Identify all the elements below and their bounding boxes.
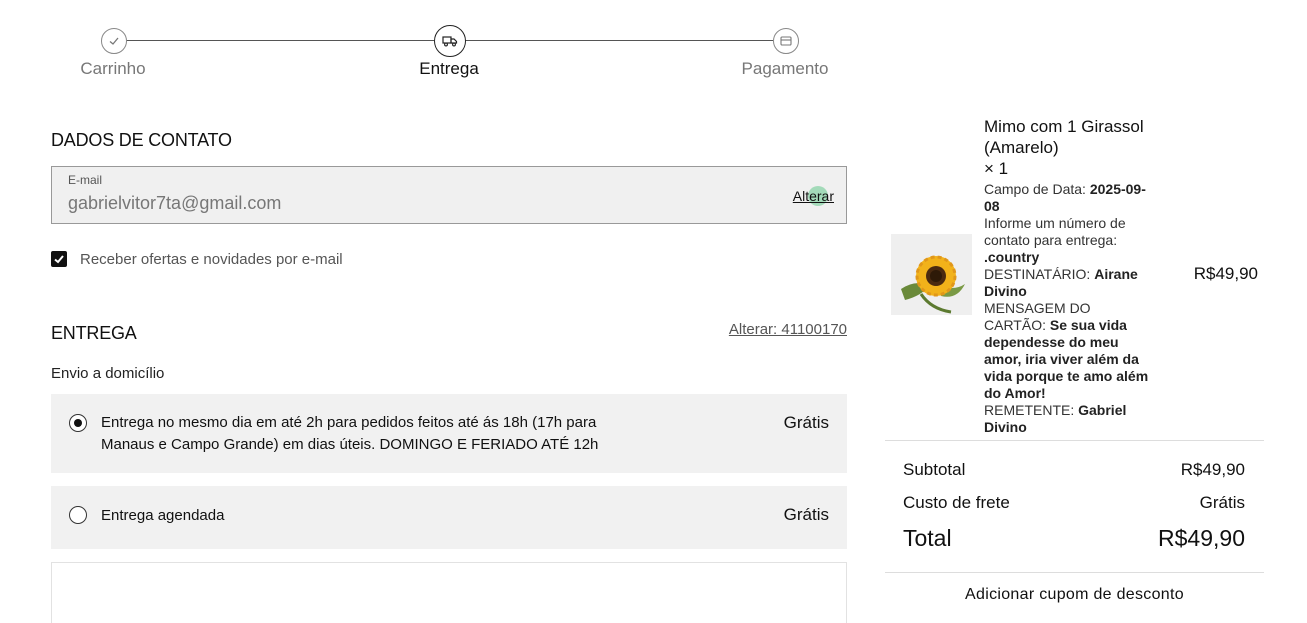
checkmark-icon — [54, 255, 64, 264]
radio-scheduled[interactable] — [69, 506, 87, 524]
product-image — [891, 234, 972, 315]
email-field[interactable]: E-mail gabrielvitor7ta@gmail.com Alterar — [51, 166, 847, 224]
product-detail-sender: REMETENTE: Gabriel Divino — [984, 402, 1127, 435]
product-detail-date: Campo de Data: 2025-09-08 — [984, 181, 1146, 214]
total-row: Total R$49,90 — [903, 525, 1245, 552]
step-label-delivery: Entrega — [419, 59, 479, 78]
shipping-option-price: Grátis — [783, 505, 829, 524]
step-cart-check-icon[interactable] — [101, 28, 127, 54]
shipping-option-price: Grátis — [783, 413, 829, 432]
checkout-stepper: Carrinho Entrega Pagamento — [0, 0, 880, 95]
newsletter-checkbox[interactable] — [51, 251, 67, 267]
step-label-cart[interactable]: Carrinho — [80, 59, 145, 79]
step-connector — [465, 40, 773, 41]
add-coupon-link[interactable]: Adicionar cupom de desconto — [885, 586, 1264, 604]
newsletter-label[interactable]: Receber ofertas e novidades por e-mail — [80, 251, 343, 268]
shipping-option-same-day[interactable]: Entrega no mesmo dia em até 2h para pedi… — [51, 394, 847, 473]
step-label-payment: Pagamento — [741, 59, 829, 78]
total-label: Total — [903, 525, 952, 551]
product-detail-recipient: DESTINATÁRIO: Airane Divino — [984, 266, 1138, 299]
step-connector — [124, 40, 434, 41]
summary-divider — [885, 572, 1264, 573]
summary-divider — [885, 440, 1264, 441]
radio-same-day[interactable] — [69, 414, 87, 432]
change-zipcode-link[interactable]: Alterar: 41100170 — [729, 321, 847, 338]
shipping-extra-panel — [51, 562, 847, 623]
product-quantity: × 1 — [984, 159, 1009, 178]
product-price: R$49,90 — [1193, 264, 1258, 283]
email-value: gabrielvitor7ta@gmail.com — [68, 193, 282, 213]
subtotal-label: Subtotal — [903, 460, 966, 479]
shipping-option-label: Entrega agendada — [101, 507, 225, 524]
shipping-option-scheduled[interactable]: Entrega agendada Grátis — [51, 486, 847, 549]
shipping-section-title: ENTREGA — [51, 323, 137, 343]
shipping-option-label: Entrega no mesmo dia em até 2h para pedi… — [101, 414, 599, 453]
subtotal-value: R$49,90 — [1180, 460, 1245, 479]
shipping-cost-value: Grátis — [1199, 493, 1245, 512]
email-label: E-mail — [68, 173, 103, 187]
step-delivery-truck-icon — [434, 25, 466, 57]
shipping-type-label: Envio a domicílio — [51, 365, 165, 382]
contact-section-title: DADOS DE CONTATO — [51, 130, 232, 150]
shipping-cost-row: Custo de frete Grátis — [903, 493, 1245, 513]
product-name: Mimo com 1 Girassol (Amarelo) × 1 — [984, 117, 1144, 178]
shipping-cost-label: Custo de frete — [903, 493, 1010, 512]
change-email-link[interactable]: Alterar — [793, 188, 834, 204]
subtotal-row: Subtotal R$49,90 — [903, 460, 1245, 480]
product-detail-phone: Informe um número de contato para entreg… — [984, 215, 1126, 265]
step-payment-card-icon — [773, 28, 799, 54]
product-info: Mimo com 1 Girassol (Amarelo) × 1 Campo d… — [984, 116, 1154, 436]
total-value: R$49,90 — [1158, 525, 1245, 551]
product-detail-message: MENSAGEM DO CARTÃO: Se sua vida dependes… — [984, 300, 1149, 401]
